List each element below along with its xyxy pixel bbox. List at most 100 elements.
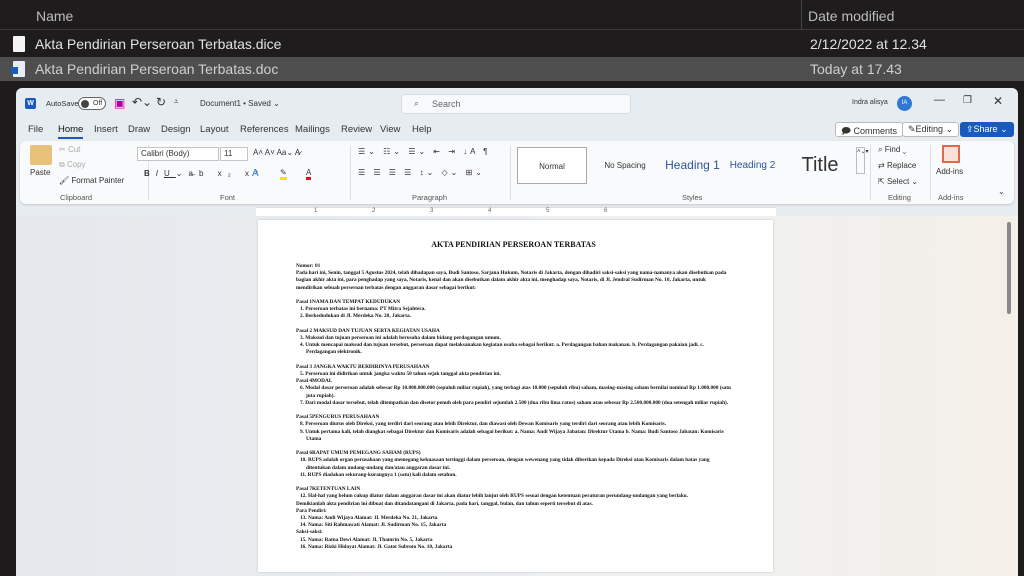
word-logo-icon: W [25, 98, 36, 109]
highlight-icon[interactable]: ✎ [280, 168, 287, 180]
list-item: 6. Modal dasar perseroan adalah sebesar … [300, 385, 731, 399]
font-family-select[interactable]: Calibri (Body) [137, 147, 219, 161]
select-button[interactable]: ⇱ Select ⌄ [878, 177, 918, 186]
search-icon: ⌕ [414, 98, 420, 108]
undo-icon[interactable]: ↶⌄ [132, 95, 152, 109]
list-item: 13. Nama: Andi Wijaya Alamat: Jl. Merdek… [300, 515, 438, 522]
list-icons[interactable]: ☰⌄ ☷⌄ ☰⌄ ⇤ ⇥ ↓A ¶ [358, 147, 491, 156]
list-item: 12. Hal-hal yang belum cukup diatur dala… [300, 493, 688, 500]
list-item: 11. RUPS diadakan sekurang-kurangnya 1 (… [300, 471, 457, 478]
group-label-add-ins: Add-ins [938, 193, 964, 202]
find-button[interactable]: ⌕ Find ⌄ [878, 145, 906, 155]
list-item: 1. Perseroan terbatas ini bernama: PT Mi… [300, 306, 426, 313]
document-title: AKTA PENDIRIAN PERSEROAN TERBATAS [431, 240, 596, 249]
tab-help[interactable]: Help [412, 124, 432, 135]
user-name[interactable]: Indra alisya [852, 99, 888, 106]
tab-insert[interactable]: Insert [94, 124, 118, 135]
style-title[interactable]: Title [785, 147, 855, 184]
save-icon[interactable]: ▣ [114, 96, 125, 110]
list-item: 2. Berkedudukan di Jl. Merdeka No. 20, J… [300, 313, 411, 320]
paste-button[interactable]: Paste [30, 168, 50, 177]
text-effects-icon[interactable]: A [252, 168, 259, 179]
styles-scroll-icon[interactable]: ˄⌄▾ [856, 147, 869, 174]
share-icon: ⇪ [966, 124, 974, 134]
group-label-styles: Styles [682, 193, 703, 202]
redo-icon[interactable]: ↻ [156, 95, 166, 109]
ruler-mark: 5 [546, 208, 550, 214]
ruler-mark: 6 [604, 208, 608, 214]
tab-layout[interactable]: Layout [200, 124, 229, 135]
scrollbar-thumb[interactable] [1007, 222, 1011, 314]
replace-label: Replace [886, 161, 917, 170]
format-painter-label: Format Painter [71, 176, 125, 185]
paragraph-spacing [296, 407, 731, 414]
restore-icon[interactable]: ❐ [963, 95, 972, 106]
customize-qat-icon[interactable]: ⩡ [174, 97, 179, 107]
divider [930, 145, 931, 200]
list-item: 14. Nama: Siti Rahmawati Alamat: Jl. Sud… [300, 522, 447, 529]
ruler-mark: 2 [372, 208, 376, 214]
list-item: 10. RUPS adalah organ perusahaan yang me… [300, 457, 710, 471]
share-label: Share ⌄ [973, 124, 1008, 134]
tab-references[interactable]: References [240, 124, 289, 135]
ribbon-tabs: File Home Insert Draw Design Layout References… [16, 121, 816, 139]
file-date: Today at 17.43 [810, 61, 902, 77]
paragraph: Para Pendiri: [296, 507, 327, 514]
close-icon[interactable]: ✕ [993, 94, 1003, 108]
list-item: 8. Perseroan diurus oleh Direksi, yang t… [300, 421, 667, 428]
vertical-scrollbar[interactable] [1006, 216, 1012, 576]
alignment-icons[interactable]: ☰ ☰ ☰ ☰ ↕⌄ ◇⌄ ⊞⌄ [358, 168, 485, 177]
document-page[interactable]: AKTA PENDIRIAN PERSEROAN TERBATAS Nomor:… [258, 220, 773, 572]
style-normal[interactable]: Normal [517, 147, 587, 184]
font-format-icons[interactable]: BIU⌄a̶b x₂ x² [144, 169, 264, 178]
collapse-ribbon-icon[interactable]: ⌄ [998, 187, 1005, 196]
copy-button[interactable]: ⧉ Copy [59, 160, 86, 170]
font-size-select[interactable]: 11 [220, 147, 248, 161]
document-name[interactable]: Document1 • Saved ⌄ [200, 99, 280, 108]
cut-button[interactable]: ✂ Cut [59, 145, 80, 154]
editing-mode-button[interactable]: ✎Editing ⌄ [902, 122, 960, 137]
tab-mailings[interactable]: Mailings [295, 124, 330, 135]
column-header-date[interactable]: Date modified [808, 8, 894, 24]
paragraph-spacing [296, 321, 731, 328]
format-painter-button[interactable]: 🖌 Format Painter [59, 176, 124, 185]
avatar[interactable]: IA [897, 96, 912, 111]
column-header-name[interactable]: Name [36, 8, 73, 24]
list-item: 15. Nama: Ratna Dewi Alamat: Jl. Thamrin… [300, 536, 433, 543]
paragraph: Nomor: 01 [296, 263, 321, 269]
share-button[interactable]: ⇪Share ⌄ [960, 122, 1014, 137]
style-no-spacing[interactable]: No Spacing [590, 147, 660, 184]
font-size-controls-icon[interactable]: A˄ A˅ Aa⌄ A̷ [253, 148, 300, 157]
add-ins-button[interactable]: Add-ins [936, 167, 963, 176]
style-heading-1[interactable]: Heading 1 [660, 147, 725, 184]
tab-review[interactable]: Review [341, 124, 372, 135]
paragraph: Pasal 5PENGURUS PERUSAHAAN [296, 414, 380, 421]
style-heading-2[interactable]: Heading 2 [725, 147, 780, 184]
file-row-selected[interactable]: Akta Pendirian Perseroan Terbatas.doc To… [0, 57, 1024, 81]
word-window: W AutoSave Off ▣ ↶⌄ ↻ ⩡ Document1 • Save… [16, 88, 1018, 576]
autosave-toggle[interactable]: Off [78, 97, 106, 110]
replace-button[interactable]: ⇄ Replace [878, 161, 916, 170]
generic-file-icon [13, 36, 25, 52]
column-divider[interactable] [801, 0, 802, 30]
paste-icon[interactable] [30, 145, 52, 165]
paragraph: Pasal 2 MAKSUD DAN TUJUAN SERTA KEGIATAN… [296, 327, 440, 334]
paragraph-spacing [296, 479, 731, 486]
add-ins-icon[interactable] [942, 145, 960, 163]
list-item: 9. Untuk pertama kali, telah diangkat se… [300, 428, 724, 442]
document-canvas: AKTA PENDIRIAN PERSEROAN TERBATAS Nomor:… [16, 216, 1018, 576]
tab-file[interactable]: File [28, 124, 43, 135]
pencil-icon: ✎ [908, 124, 916, 134]
paragraph-spacing [296, 357, 731, 364]
minimize-icon[interactable]: — [934, 94, 945, 106]
tab-home[interactable]: Home [58, 124, 84, 139]
tab-view[interactable]: View [380, 124, 400, 135]
divider [350, 145, 351, 200]
font-color-icon[interactable]: A [306, 168, 312, 180]
tab-draw[interactable]: Draw [128, 124, 150, 135]
file-name: Akta Pendirian Perseroan Terbatas.doc [35, 61, 279, 77]
tab-design[interactable]: Design [161, 124, 191, 135]
comments-button[interactable]: 🗩 Comments [835, 122, 904, 137]
search-box[interactable]: ⌕ Search [401, 94, 631, 114]
file-row[interactable]: Akta Pendirian Perseroan Terbatas.dice 2… [0, 32, 1024, 56]
